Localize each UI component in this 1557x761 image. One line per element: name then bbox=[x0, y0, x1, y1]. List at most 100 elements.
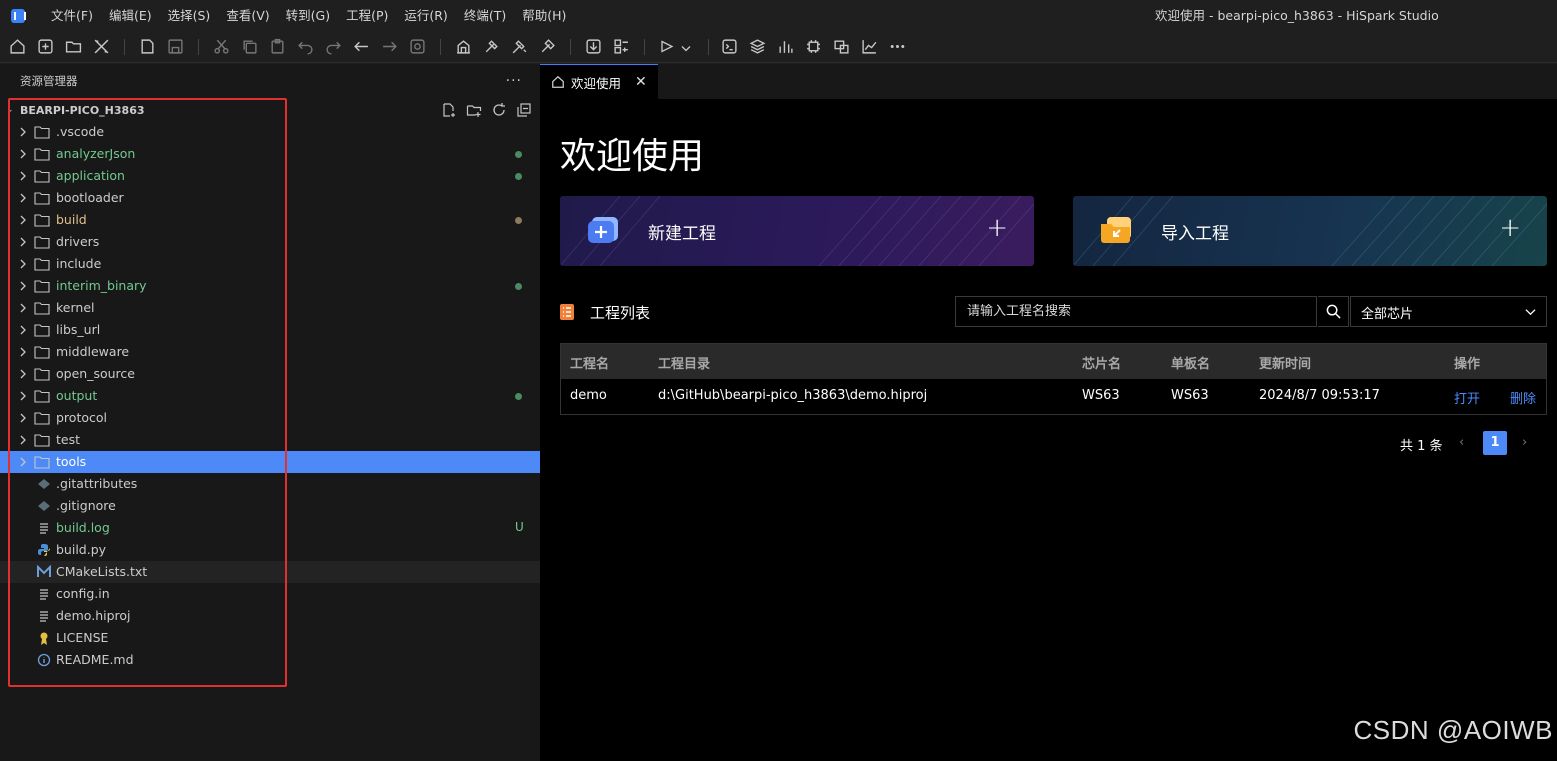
explorer-more-button[interactable]: ··· bbox=[506, 73, 522, 89]
chevron-right-icon[interactable] bbox=[18, 302, 28, 314]
tree-item-demo-hiproj[interactable]: demo.hiproj bbox=[0, 605, 540, 627]
menu-run[interactable]: 运行(R) bbox=[396, 0, 455, 31]
debug-icon[interactable] bbox=[659, 38, 693, 55]
menu-file[interactable]: 文件(F) bbox=[43, 0, 101, 31]
tools-icon[interactable] bbox=[93, 38, 110, 55]
menu-go[interactable]: 转到(G) bbox=[278, 0, 338, 31]
open-project-link[interactable]: 打开 bbox=[1454, 388, 1480, 407]
tree-item-protocol[interactable]: protocol bbox=[0, 407, 540, 429]
chevron-right-icon[interactable] bbox=[18, 324, 28, 336]
chevron-right-icon[interactable] bbox=[18, 390, 28, 402]
table-row[interactable]: demo d:\GitHub\bearpi-pico_h3863\demo.hi… bbox=[561, 379, 1546, 414]
folder-icon bbox=[34, 323, 50, 337]
more-icon[interactable] bbox=[889, 38, 906, 55]
find-icon[interactable] bbox=[409, 38, 426, 55]
tab-welcome[interactable]: 欢迎使用 ✕ bbox=[540, 64, 658, 99]
import-project-card[interactable]: 导入工程 + bbox=[1073, 196, 1547, 266]
home-icon[interactable] bbox=[9, 38, 26, 55]
chevron-right-icon[interactable] bbox=[18, 126, 28, 138]
save-icon[interactable] bbox=[167, 38, 184, 55]
forward-icon[interactable] bbox=[381, 38, 398, 55]
tree-item-libs-url[interactable]: libs_url bbox=[0, 319, 540, 341]
menu-project[interactable]: 工程(P) bbox=[338, 0, 396, 31]
tree-item-dot-gitignore[interactable]: .gitignore bbox=[0, 495, 540, 517]
tree-item-cmakelists-txt[interactable]: CMakeLists.txt bbox=[0, 561, 540, 583]
tree-item-config-in[interactable]: config.in bbox=[0, 583, 540, 605]
menu-edit[interactable]: 编辑(E) bbox=[101, 0, 160, 31]
delete-project-link[interactable]: 删除 bbox=[1510, 388, 1536, 407]
tree-item-include[interactable]: include bbox=[0, 253, 540, 275]
terminal-icon[interactable] bbox=[721, 38, 738, 55]
blank-file-icon[interactable] bbox=[139, 38, 156, 55]
chevron-right-icon[interactable] bbox=[18, 456, 28, 468]
build-icon[interactable] bbox=[455, 38, 472, 55]
collapse-all-icon[interactable] bbox=[516, 102, 532, 118]
tree-item-drivers[interactable]: drivers bbox=[0, 231, 540, 253]
tree-item-build-py[interactable]: build.py bbox=[0, 539, 540, 561]
chevron-right-icon[interactable] bbox=[18, 368, 28, 380]
tree-item-build-log[interactable]: build.log U bbox=[0, 517, 540, 539]
chevron-right-icon[interactable] bbox=[18, 346, 28, 358]
refresh-icon[interactable] bbox=[491, 102, 507, 118]
tree-item-bootloader[interactable]: bootloader bbox=[0, 187, 540, 209]
tree-item-test[interactable]: test bbox=[0, 429, 540, 451]
tree-item-dot-vscode[interactable]: .vscode bbox=[0, 121, 540, 143]
chevron-left-icon[interactable]: ‹ bbox=[1459, 435, 1469, 450]
welcome-page: 欢迎使用 新建工程 + 导入工程 + 工程列表 全部芯片 工程名 bbox=[540, 99, 1557, 761]
rebuild-icon[interactable] bbox=[511, 38, 528, 55]
tree-item-license[interactable]: LICENSE bbox=[0, 627, 540, 649]
chevron-right-icon[interactable] bbox=[18, 280, 28, 292]
chart-bar-icon[interactable] bbox=[777, 38, 794, 55]
chip-icon[interactable] bbox=[805, 38, 822, 55]
chevron-right-icon[interactable] bbox=[18, 412, 28, 424]
chevron-right-icon[interactable]: › bbox=[1522, 435, 1532, 450]
download-icon[interactable] bbox=[585, 38, 602, 55]
chevron-right-icon[interactable] bbox=[18, 214, 28, 226]
tree-item-open-source[interactable]: open_source bbox=[0, 363, 540, 385]
chevron-right-icon[interactable] bbox=[18, 434, 28, 446]
chevron-right-icon[interactable] bbox=[18, 170, 28, 182]
tree-item-application[interactable]: application bbox=[0, 165, 540, 187]
menu-view[interactable]: 查看(V) bbox=[218, 0, 277, 31]
new-project-card[interactable]: 新建工程 + bbox=[560, 196, 1034, 266]
folder-icon bbox=[34, 411, 50, 425]
menu-terminal[interactable]: 终端(T) bbox=[456, 0, 514, 31]
menu-selection[interactable]: 选择(S) bbox=[160, 0, 219, 31]
layers-icon[interactable] bbox=[749, 38, 766, 55]
tree-item-interim-binary[interactable]: interim_binary bbox=[0, 275, 540, 297]
open-folder-icon[interactable] bbox=[65, 38, 82, 55]
chevron-right-icon[interactable] bbox=[18, 236, 28, 248]
project-search-input[interactable] bbox=[956, 304, 1286, 319]
undo-icon[interactable] bbox=[297, 38, 314, 55]
tree-item-dot-gitattributes[interactable]: .gitattributes bbox=[0, 473, 540, 495]
devices-icon[interactable] bbox=[833, 38, 850, 55]
new-file-icon[interactable] bbox=[441, 102, 457, 118]
cut-icon[interactable] bbox=[213, 38, 230, 55]
clean-icon[interactable] bbox=[539, 38, 556, 55]
trend-icon[interactable] bbox=[861, 38, 878, 55]
config-icon[interactable] bbox=[613, 38, 630, 55]
tab-close-icon[interactable]: ✕ bbox=[635, 74, 647, 90]
paste-icon[interactable] bbox=[269, 38, 286, 55]
menu-help[interactable]: 帮助(H) bbox=[514, 0, 574, 31]
back-icon[interactable] bbox=[353, 38, 370, 55]
tree-item-middleware[interactable]: middleware bbox=[0, 341, 540, 363]
tree-item-output[interactable]: output bbox=[0, 385, 540, 407]
chip-filter-select[interactable]: 全部芯片 bbox=[1350, 296, 1547, 327]
tree-item-tools[interactable]: tools bbox=[0, 451, 540, 473]
copy-icon[interactable] bbox=[241, 38, 258, 55]
tree-item-readme-md[interactable]: README.md bbox=[0, 649, 540, 671]
search-button[interactable] bbox=[1318, 296, 1349, 327]
workspace-root[interactable]: ⌄ BEARPI-PICO_H3863 bbox=[0, 100, 540, 120]
tree-item-kernel[interactable]: kernel bbox=[0, 297, 540, 319]
pagination-current-page[interactable]: 1 bbox=[1483, 431, 1507, 455]
chevron-right-icon[interactable] bbox=[18, 258, 28, 270]
chevron-right-icon[interactable] bbox=[18, 192, 28, 204]
new-folder-icon[interactable] bbox=[466, 102, 482, 118]
tree-item-build[interactable]: build bbox=[0, 209, 540, 231]
tree-item-analyzerjson[interactable]: analyzerJson bbox=[0, 143, 540, 165]
hammer-icon[interactable] bbox=[483, 38, 500, 55]
new-file-icon[interactable] bbox=[37, 38, 54, 55]
redo-icon[interactable] bbox=[325, 38, 342, 55]
chevron-right-icon[interactable] bbox=[18, 148, 28, 160]
